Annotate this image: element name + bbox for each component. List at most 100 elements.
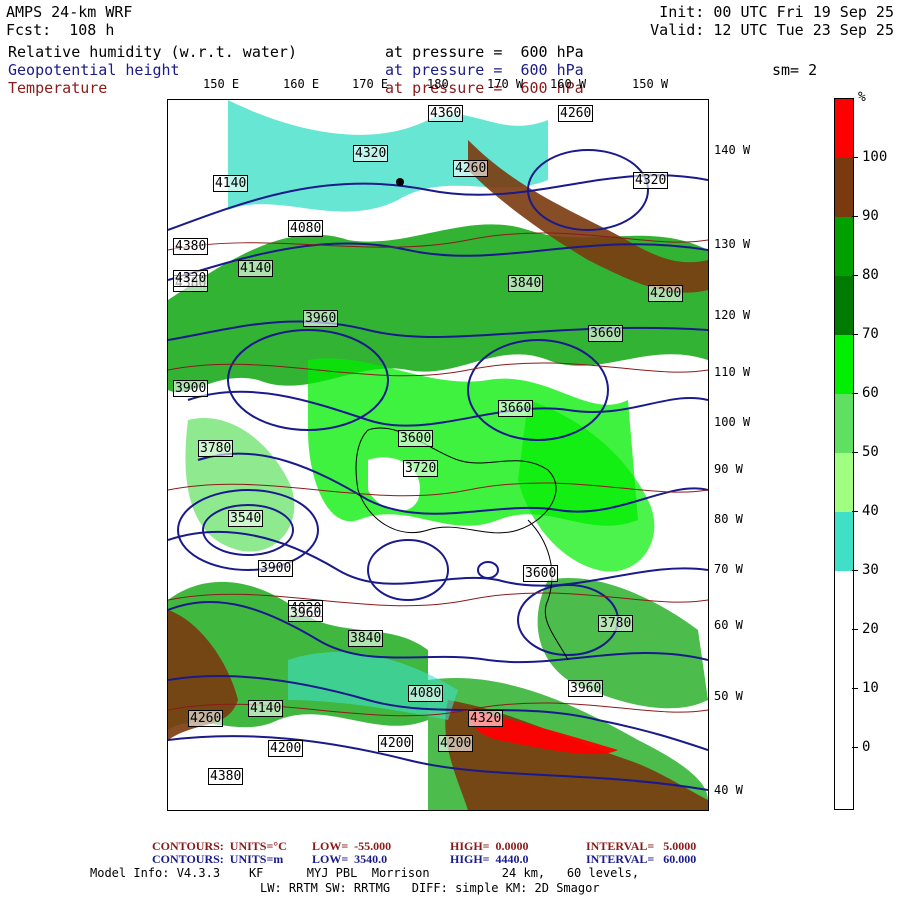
- field-rh-level: at pressure = 600 hPa: [385, 43, 584, 61]
- height-contour-label: 4140: [248, 700, 284, 717]
- cb-tick: [852, 275, 858, 276]
- height-contour-label: 3960: [303, 310, 339, 327]
- height-contour-label: 3780: [198, 440, 234, 457]
- cb-tick: [852, 629, 858, 630]
- height-contour-label: 4080: [408, 685, 444, 702]
- cb-70-80: [835, 276, 853, 335]
- footer-model-info-2: LW: RRTM SW: RRTMG DIFF: simple KM: 2D S…: [260, 881, 600, 895]
- field-rh-name: Relative humidity (w.r.t. water): [8, 43, 297, 61]
- footer-height-units: CONTOURS: UNITS=m: [152, 852, 284, 866]
- cb-tick: [852, 393, 858, 394]
- height-contour-label: 4320: [633, 172, 669, 189]
- footer-height-low: LOW= 3540.0: [312, 852, 388, 866]
- height-contour-label: 4260: [188, 710, 224, 727]
- lon-label: 160 W: [550, 77, 587, 91]
- footer-height-interval: INTERVAL= 60.000: [586, 852, 697, 866]
- cb-tick: [852, 570, 858, 571]
- height-contour-label: 4360: [428, 105, 464, 122]
- cb-30-40: [835, 512, 853, 571]
- footer-model-info-1: Model Info: V4.3.3 KF MYJ PBL Morrison 2…: [90, 866, 640, 880]
- cb-40-50: [835, 453, 853, 512]
- valid-time: Valid: 12 UTC Tue 23 Sep 25: [650, 21, 894, 39]
- cb-tick: [852, 747, 858, 748]
- lat-label: 80 W: [714, 512, 743, 526]
- height-contour-label: 4320: [468, 710, 504, 727]
- cb-tick: [852, 157, 858, 158]
- lat-label: 120 W: [714, 308, 751, 322]
- lat-label: 110 W: [714, 365, 751, 379]
- model-title: AMPS 24-km WRF: [6, 3, 133, 21]
- height-contour-label: 3840: [348, 630, 384, 647]
- height-contour-label: 4140: [238, 260, 274, 277]
- lon-label: 150 W: [632, 77, 669, 91]
- height-contour-label: 3720: [403, 460, 439, 477]
- height-contour-label: 4080: [288, 220, 324, 237]
- cb-tick: [852, 334, 858, 335]
- cb-label: 20: [862, 621, 879, 637]
- forecast-hour: Fcst: 108 h: [6, 21, 115, 39]
- lat-label: 50 W: [714, 689, 743, 703]
- cb-label: 60: [862, 385, 879, 401]
- cb-80-90: [835, 217, 853, 276]
- cb-tick: [852, 688, 858, 689]
- height-contour-label: 3900: [258, 560, 294, 577]
- height-contour-label: 4260: [558, 105, 594, 122]
- lon-label: 160 E: [283, 77, 320, 91]
- cb-tick: [852, 452, 858, 453]
- height-contour-label: 4200: [648, 285, 684, 302]
- height-contour-label: 3540: [228, 510, 264, 527]
- height-contour-label: 4200: [438, 735, 474, 752]
- lon-label: 180: [427, 77, 449, 91]
- cb-lt0: [835, 748, 853, 809]
- footer-height-high: HIGH= 4440.0: [450, 852, 529, 866]
- lat-label: 60 W: [714, 618, 743, 632]
- cb-gt100: [835, 99, 853, 158]
- cb-label: 90: [862, 208, 879, 224]
- height-contour-label: 3660: [498, 400, 534, 417]
- lat-label: 100 W: [714, 415, 751, 429]
- cb-tick: [852, 216, 858, 217]
- height-contour-label: 3780: [598, 615, 634, 632]
- cb-label: 70: [862, 326, 879, 342]
- cb-10-20: [835, 630, 853, 689]
- lon-label: 170 E: [352, 77, 389, 91]
- lat-label: 140 W: [714, 143, 751, 157]
- lat-label: 40 W: [714, 783, 743, 797]
- height-contour-label: 3600: [398, 430, 434, 447]
- lat-label: 90 W: [714, 462, 743, 476]
- cb-label: 30: [862, 562, 879, 578]
- height-contour-label: 3960: [568, 680, 604, 697]
- cb-label: 100: [862, 149, 888, 165]
- lat-label: 130 W: [714, 237, 751, 251]
- cb-label: 80: [862, 267, 879, 283]
- cb-60-70: [835, 335, 853, 394]
- cb-20-30: [835, 571, 853, 630]
- cb-label: 10: [862, 680, 879, 696]
- height-contour-label: 3840: [508, 275, 544, 292]
- cb-90-100: [835, 158, 853, 217]
- cb-50-60: [835, 394, 853, 453]
- height-contour-label: 3660: [588, 325, 624, 342]
- cb-label: 40: [862, 503, 879, 519]
- weather-map: 4360 4260 4320 4260 4140 4320 4380 4080 4380 4320…: [167, 99, 709, 811]
- height-contour-label: 4380: [173, 238, 209, 255]
- height-contour-label: 3960: [288, 605, 324, 622]
- cb-0-10: [835, 689, 853, 748]
- humidity-colorbar: [834, 98, 854, 810]
- height-contour-label: 3600: [523, 565, 559, 582]
- cb-label: 0: [862, 739, 871, 755]
- height-contour-label: 4200: [378, 735, 414, 752]
- height-contour-label: 4320: [353, 145, 389, 162]
- height-contour-label: 4140: [213, 175, 249, 192]
- lon-label: 170 W: [487, 77, 524, 91]
- height-contour-label: 4260: [453, 160, 489, 177]
- field-temp-name: Temperature: [8, 79, 108, 97]
- height-contour-label: 4200: [268, 740, 304, 757]
- height-contour-label: 3900: [173, 380, 209, 397]
- height-contour-label: 4320: [173, 270, 209, 287]
- lon-label: 150 E: [203, 77, 240, 91]
- field-height-name: Geopotential height: [8, 61, 180, 79]
- height-contour-label: 4380: [208, 768, 244, 785]
- colorbar-unit: %: [858, 90, 866, 105]
- lat-label: 70 W: [714, 562, 743, 576]
